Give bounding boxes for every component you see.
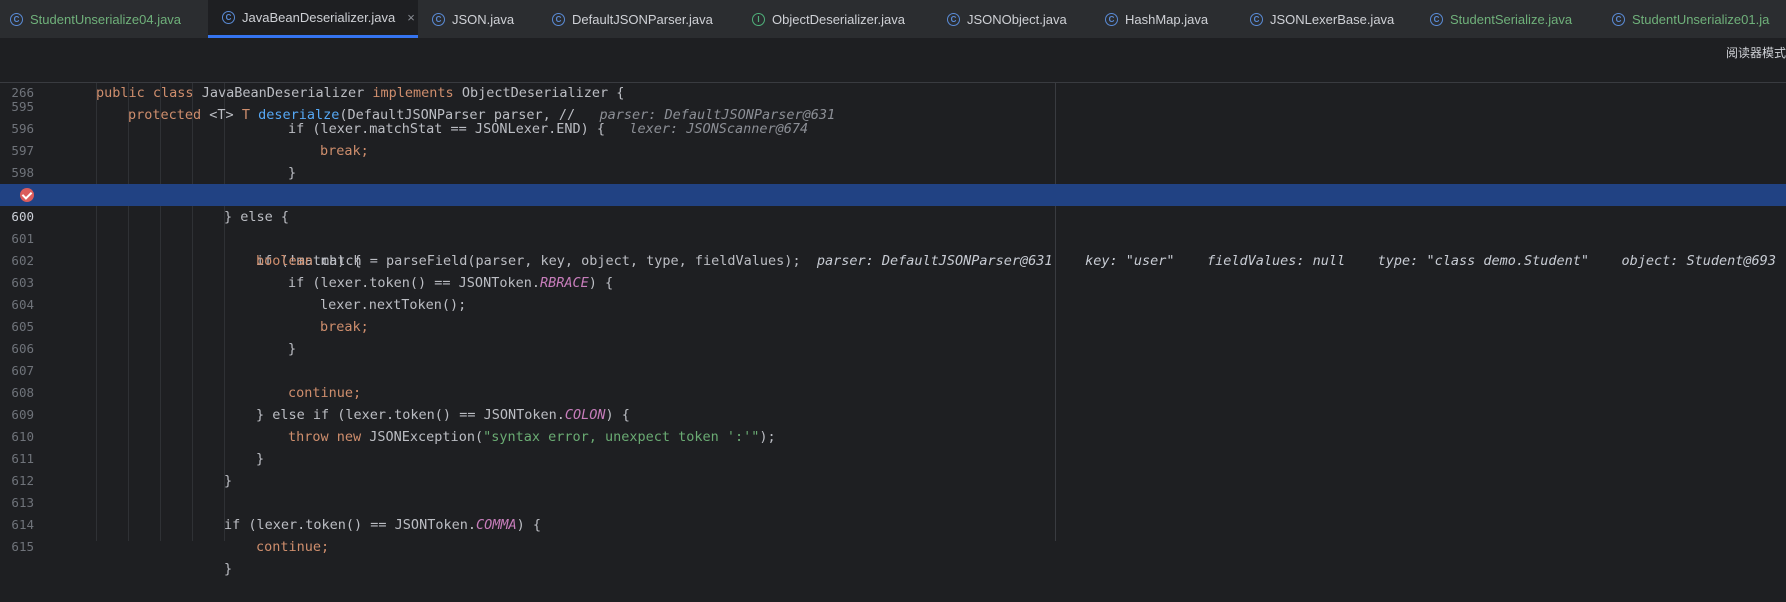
debug-hint-key: key: "user": [1085, 253, 1175, 269]
breakpoint-icon[interactable]: [20, 188, 34, 202]
sticky-line-class-declaration[interactable]: 26 public class JavaBeanDeserializer imp…: [0, 38, 1786, 101]
tab-hashmap[interactable]: C HashMap.java: [1105, 0, 1208, 38]
code-line[interactable]: 609 throw new JSONException("syntax erro…: [0, 382, 1786, 445]
right-margin-guide: [1055, 38, 1056, 541]
code-line[interactable]: 612: [0, 448, 1786, 488]
interface-icon: I: [752, 12, 765, 26]
indent-guide: [128, 82, 129, 541]
tab-label: DefaultJSONParser.java: [572, 11, 713, 27]
code-line[interactable]: 607 continue;: [0, 338, 1786, 401]
tab-label: StudentUnserialize01.ja: [1632, 11, 1770, 27]
code-line[interactable]: 599 } else {: [0, 162, 1786, 225]
tab-label: StudentSerialize.java: [1450, 11, 1573, 27]
indent-guide: [96, 82, 97, 541]
tab-label: HashMap.java: [1125, 11, 1209, 27]
indent-guide: [224, 82, 225, 541]
debug-hint-object: object: Student@693: [1621, 253, 1776, 269]
close-icon[interactable]: ×: [407, 10, 415, 25]
line-number: 600: [11, 209, 34, 224]
line-number: 615: [11, 539, 34, 554]
line-number: 266: [11, 85, 34, 100]
code-line[interactable]: 606: [0, 316, 1786, 356]
code-line[interactable]: 613 if (lexer.token() == JSONToken.COMMA…: [0, 470, 1786, 533]
tab-json[interactable]: C JSON.java: [432, 0, 514, 38]
code-line[interactable]: 604 break;: [0, 272, 1786, 335]
debug-hint-parser: parser: DefaultJSONParser@631: [816, 253, 1053, 269]
code-line[interactable]: 598 }: [0, 140, 1786, 203]
tab-label: JavaBeanDeserializer.java: [242, 10, 396, 25]
class-icon: C: [222, 11, 235, 24]
current-execution-line[interactable]: 600 boolean match = parseField(parser, k…: [0, 184, 1786, 269]
class-icon: C: [1612, 12, 1625, 26]
code-line[interactable]: 611 }: [0, 426, 1786, 489]
tab-jsonlexerbase[interactable]: C JSONLexerBase.java: [1250, 0, 1394, 38]
tab-label: ObjectDeserializer.java: [772, 11, 905, 27]
sticky-line-method-declaration[interactable]: 266 protected <T> T deserialze(DefaultJS…: [0, 60, 1786, 123]
line-code: continue;: [256, 539, 330, 555]
debug-hint-type: type: "class demo.Student": [1377, 253, 1589, 269]
tab-defaultjsonparser[interactable]: C DefaultJSONParser.java: [552, 0, 713, 38]
code-line[interactable]: 615 }: [0, 514, 1786, 577]
tab-javabeandeserializer[interactable]: C JavaBeanDeserializer.java ×: [208, 0, 418, 38]
debug-hint-fieldvalues: fieldValues: null: [1206, 253, 1346, 269]
class-icon: C: [1250, 12, 1263, 26]
inline-debug-hint: parser: DefaultJSONParser@631: [599, 107, 836, 123]
indent-guide: [160, 82, 161, 541]
class-icon: C: [1105, 12, 1118, 26]
code-line[interactable]: 601 if (!match) {: [0, 206, 1786, 269]
editor-tab-bar: C StudentUnserialize04.java C JavaBeanDe…: [0, 0, 1786, 39]
tab-studentunserialize01[interactable]: C StudentUnserialize01.ja: [1612, 0, 1769, 38]
indent-guide: [192, 82, 193, 541]
class-icon: C: [947, 12, 960, 26]
code-editor[interactable]: 阅读器模式 26 public class JavaBeanDeserializ…: [0, 38, 1786, 577]
tab-jsonobject[interactable]: C JSONObject.java: [947, 0, 1067, 38]
tab-studentserialize[interactable]: C StudentSerialize.java: [1430, 0, 1572, 38]
code-line[interactable]: 610 }: [0, 404, 1786, 467]
tab-label: JSONObject.java: [967, 11, 1067, 27]
tab-label: JSONLexerBase.java: [1270, 11, 1395, 27]
code-line[interactable]: 614 continue;: [0, 492, 1786, 555]
class-icon: C: [1430, 12, 1443, 26]
sticky-separator: [0, 82, 1786, 83]
tab-studentunserialize04[interactable]: C StudentUnserialize04.java: [10, 0, 181, 38]
class-icon: C: [432, 12, 445, 26]
line-code: protected <T> T deserialze(DefaultJSONPa…: [128, 107, 836, 123]
tab-label: StudentUnserialize04.java: [30, 11, 182, 27]
code-line[interactable]: 602 if (lexer.token() == JSONToken.RBRAC…: [0, 228, 1786, 291]
class-icon: C: [10, 12, 23, 26]
tab-objectdeserializer[interactable]: I ObjectDeserializer.java: [752, 0, 905, 38]
code-line[interactable]: 608 } else if (lexer.token() == JSONToke…: [0, 360, 1786, 423]
line-code: boolean match = parseField(parser, key, …: [256, 253, 1776, 269]
reader-mode-button[interactable]: 阅读器模式: [1726, 44, 1786, 61]
tab-label: JSON.java: [452, 11, 515, 27]
code-line[interactable]: 605 }: [0, 294, 1786, 357]
line-code: public class JavaBeanDeserializer implem…: [96, 85, 625, 101]
line-code: }: [224, 561, 233, 577]
class-icon: C: [552, 12, 565, 26]
